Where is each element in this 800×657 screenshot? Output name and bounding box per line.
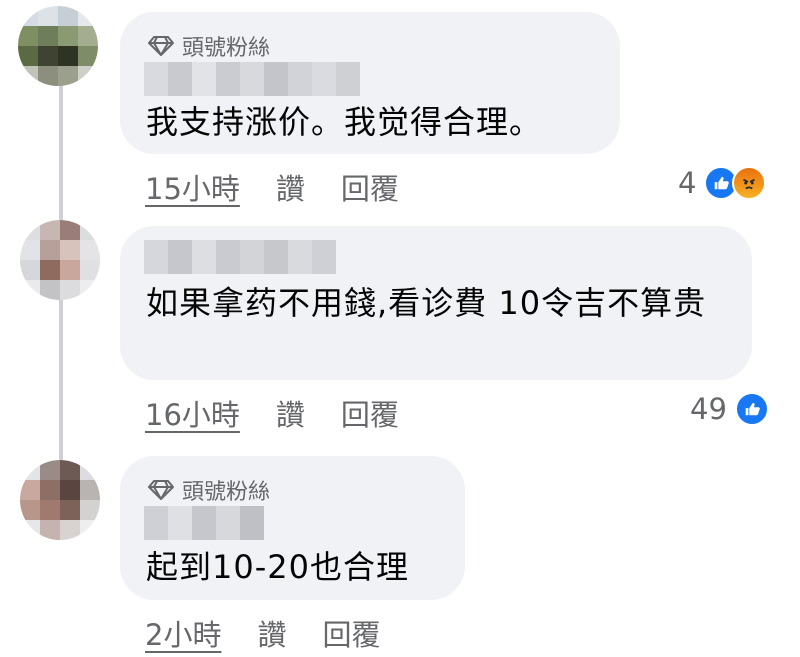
diamond-icon [148,480,174,500]
comment-bubble: 頭號粉絲 我支持涨价。我觉得合理。 [120,12,620,154]
reaction-count: 4 [678,166,697,200]
reply-button[interactable]: 回覆 [322,612,380,654]
top-fan-badge: 頭號粉絲 [148,30,270,62]
avatar[interactable] [20,220,100,300]
comment-text: 如果拿药不用錢,看诊費 10令吉不算贵 [146,284,707,322]
like-button[interactable]: 讚 [276,392,305,434]
comment-actions: 16小時 讚 回覆 [145,392,399,434]
badge-label: 頭號粉絲 [182,36,271,61]
timestamp[interactable]: 2小時 [145,612,221,654]
comment-text: 我支持涨价。我觉得合理。 [146,103,543,141]
avatar[interactable] [20,460,100,540]
commenter-name[interactable] [144,506,264,540]
commenter-name[interactable] [144,240,336,274]
reaction-summary[interactable]: 4 [678,166,767,200]
like-button[interactable]: 讚 [257,612,286,654]
comment-actions: 15小時 讚 回覆 [145,166,399,208]
diamond-icon [148,36,174,56]
like-button[interactable]: 讚 [276,166,305,208]
timestamp[interactable]: 15小時 [145,166,240,208]
comment-bubble: 頭號粉絲 起到10-20也合理 [120,456,465,600]
reaction-summary[interactable]: 49 [690,392,769,426]
timestamp[interactable]: 16小時 [145,392,240,434]
reaction-count: 49 [690,392,727,426]
reply-button[interactable]: 回覆 [341,166,399,208]
comment-bubble: 如果拿药不用錢,看诊費 10令吉不算贵 [120,226,752,380]
avatar[interactable] [18,6,98,86]
commenter-name[interactable] [144,62,360,96]
like-icon [734,392,769,426]
angry-icon [732,166,767,200]
top-fan-badge: 頭號粉絲 [148,474,270,506]
comment-actions: 2小時 讚 回覆 [145,612,380,654]
reply-button[interactable]: 回覆 [341,392,399,434]
comment-text: 起到10-20也合理 [146,548,409,586]
badge-label: 頭號粉絲 [182,480,271,505]
